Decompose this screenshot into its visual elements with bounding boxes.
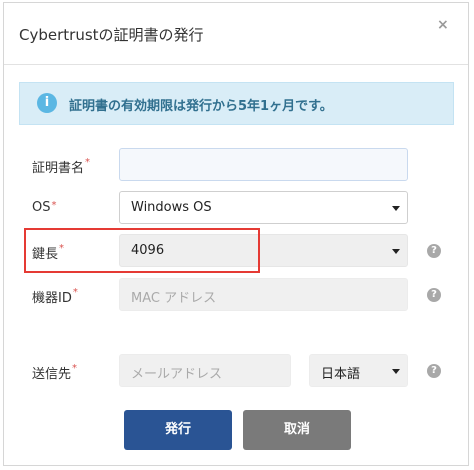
chevron-down-icon [392, 206, 400, 211]
language-select[interactable]: 日本語 [309, 354, 408, 387]
cert-name-label-text: 証明書名 [32, 161, 85, 176]
os-select[interactable]: Windows OS [119, 191, 408, 224]
send-to-label-text: 送信先 [32, 367, 72, 382]
required-mark: * [51, 200, 57, 211]
cert-name-label: 証明書名* [32, 157, 90, 176]
key-length-help-icon[interactable]: ? [427, 244, 441, 258]
cancel-button[interactable]: 取消 [243, 410, 351, 450]
highlight-box [24, 228, 260, 273]
send-to-help-icon[interactable]: ? [427, 364, 441, 378]
language-value: 日本語 [321, 367, 361, 382]
send-to-label: 送信先* [32, 363, 77, 382]
email-placeholder: メールアドレス [131, 367, 223, 382]
chevron-down-icon [392, 249, 400, 254]
header-divider [4, 64, 468, 65]
device-id-label: 機器ID* [32, 287, 78, 306]
cert-name-input[interactable] [119, 148, 408, 181]
os-value: Windows OS [131, 200, 212, 215]
required-mark: * [85, 157, 91, 168]
device-id-label-text: 機器ID [32, 291, 72, 306]
os-label: OS* [32, 200, 56, 215]
close-icon[interactable]: × [437, 17, 449, 33]
required-mark: * [72, 363, 78, 374]
info-alert: i 証明書の有効期限は発行から5年1ヶ月です。 [19, 82, 454, 125]
issue-button[interactable]: 発行 [124, 410, 232, 450]
certificate-issue-dialog: Cybertrustの証明書の発行 × i 証明書の有効期限は発行から5年1ヶ月… [3, 2, 469, 466]
info-icon: i [37, 93, 57, 113]
info-message: 証明書の有効期限は発行から5年1ヶ月です。 [69, 99, 333, 114]
required-mark: * [72, 287, 78, 298]
email-field[interactable]: メールアドレス [119, 354, 291, 387]
chevron-down-icon [392, 369, 400, 374]
device-id-help-icon[interactable]: ? [427, 288, 441, 302]
device-id-field[interactable]: MAC アドレス [119, 278, 408, 311]
os-label-text: OS [32, 200, 51, 215]
dialog-title: Cybertrustの証明書の発行 [19, 26, 204, 44]
device-id-placeholder: MAC アドレス [131, 291, 217, 306]
